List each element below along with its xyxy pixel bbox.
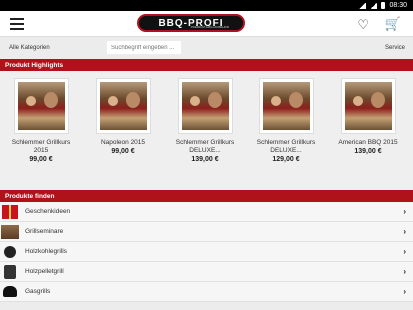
category-label: Holzkohlegrills <box>25 248 67 255</box>
product-card[interactable]: Schlemmer Grillkurs DELUXE... 139,00 € <box>173 78 237 163</box>
product-image[interactable] <box>13 78 69 134</box>
service-button[interactable]: Service <box>385 45 405 51</box>
shopping-cart-icon[interactable]: 🛒 <box>385 16 401 32</box>
wifi-icon <box>359 2 367 9</box>
category-row-pellet-grills[interactable]: Holzpelletgrill › <box>0 262 413 282</box>
chevron-right-icon: › <box>403 247 406 256</box>
product-card[interactable]: American BBQ 2015 139,00 € <box>336 78 400 155</box>
category-row-gas-grills[interactable]: Gasgrills › <box>0 282 413 302</box>
pellet-grill-icon <box>0 263 20 281</box>
product-image[interactable] <box>258 78 314 134</box>
search-row: Alle Kategorien Service <box>0 37 413 59</box>
highlights-header: Produkt Highlights <box>0 59 413 71</box>
product-price: 99,00 € <box>111 148 135 155</box>
product-name: Schlemmer Grillkurs DELUXE... <box>175 139 235 154</box>
category-row-charcoal-grills[interactable]: Holzkohlegrills › <box>0 242 413 262</box>
search-input[interactable] <box>107 41 181 54</box>
product-price: 139,00 € <box>191 156 219 163</box>
wishlist-heart-icon[interactable]: ♡ <box>357 17 369 33</box>
status-time: 08:30 <box>389 2 407 9</box>
bbq-profi-logo[interactable]: BBQ-PROFI PREMIUM GRILLZUBEHÖR <box>137 14 245 32</box>
product-card[interactable]: Schlemmer Grillkurs DELUXE... 129,00 € <box>254 78 318 163</box>
highlights-carousel[interactable]: Schlemmer Grillkurs 2015 99,00 € Napoleo… <box>0 71 413 190</box>
chevron-right-icon: › <box>403 227 406 236</box>
product-name: Napoleon 2015 <box>100 139 146 146</box>
product-price: 139,00 € <box>354 148 382 155</box>
category-label: Geschenkideen <box>25 208 71 215</box>
hamburger-menu-icon[interactable] <box>10 17 24 30</box>
product-card[interactable]: Napoleon 2015 99,00 € <box>91 78 155 155</box>
category-label: Gasgrills <box>25 288 51 295</box>
product-image[interactable] <box>95 78 151 134</box>
product-image[interactable] <box>340 78 396 134</box>
product-card[interactable]: Schlemmer Grillkurs 2015 99,00 € <box>9 78 73 163</box>
category-row-seminars[interactable]: Grillseminare › <box>0 222 413 242</box>
signal-icon <box>370 2 378 9</box>
product-price: 129,00 € <box>272 156 300 163</box>
chevron-right-icon: › <box>403 287 406 296</box>
chevron-right-icon: › <box>403 267 406 276</box>
gas-grill-icon <box>0 283 20 301</box>
product-name: American BBQ 2015 <box>338 139 398 146</box>
category-label: Grillseminare <box>25 228 64 235</box>
status-bar: 08:30 <box>0 0 413 11</box>
gift-icon <box>0 203 20 221</box>
category-row-gifts[interactable]: Geschenkideen › <box>0 202 413 222</box>
battery-icon <box>381 2 386 9</box>
seminar-icon <box>0 223 20 241</box>
find-products-header: Produkte finden <box>0 190 413 202</box>
category-list: Geschenkideen › Grillseminare › Holzkohl… <box>0 202 413 302</box>
chevron-right-icon: › <box>403 207 406 216</box>
product-name: Schlemmer Grillkurs 2015 <box>11 139 71 154</box>
category-label: Holzpelletgrill <box>25 268 64 275</box>
all-categories-button[interactable]: Alle Kategorien <box>9 45 50 51</box>
product-name: Schlemmer Grillkurs DELUXE... <box>256 139 316 154</box>
app-bar: BBQ-PROFI PREMIUM GRILLZUBEHÖR ♡ 🛒 <box>0 11 413 37</box>
product-price: 99,00 € <box>29 156 53 163</box>
logo-subtext: PREMIUM GRILLZUBEHÖR <box>190 25 229 29</box>
product-image[interactable] <box>177 78 233 134</box>
charcoal-grill-icon <box>0 243 20 261</box>
